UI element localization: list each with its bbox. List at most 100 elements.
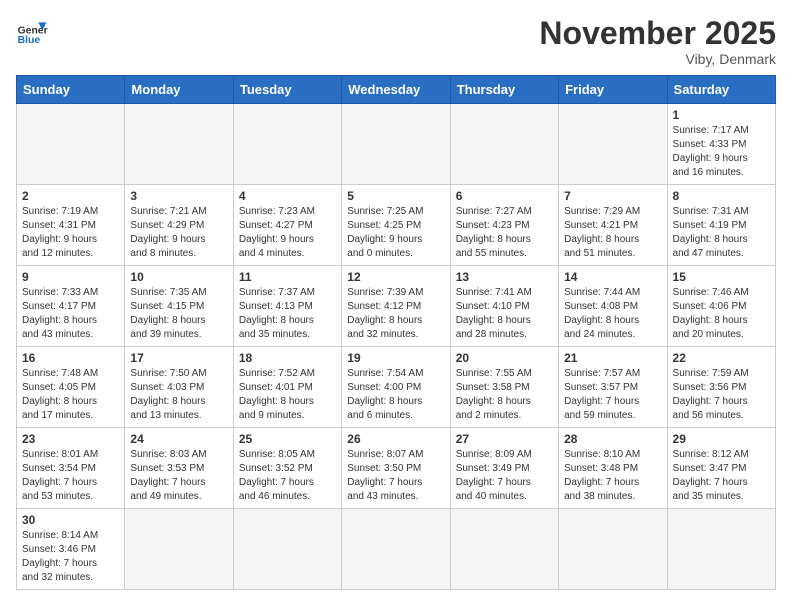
calendar-week-row: 16 Sunrise: 7:48 AM Sunset: 4:05 PM Dayli… — [17, 347, 776, 428]
calendar-day-cell: 16 Sunrise: 7:48 AM Sunset: 4:05 PM Dayli… — [17, 347, 125, 428]
calendar-day-cell: 20Sunrise: 7:55 AM Sunset: 3:58 PM Dayli… — [450, 347, 558, 428]
weekday-header-wednesday: Wednesday — [342, 76, 450, 104]
day-info: Sunrise: 7:50 AM Sunset: 4:03 PM Dayligh… — [130, 367, 227, 423]
day-info: Sunrise: 7:23 AM Sunset: 4:27 PM Dayligh… — [239, 205, 336, 261]
logo: General Blue — [16, 16, 48, 48]
calendar-day-cell — [450, 509, 558, 590]
day-number: 5 — [347, 189, 444, 203]
day-info: Sunrise: 7:21 AM Sunset: 4:29 PM Dayligh… — [130, 205, 227, 261]
day-info: Sunrise: 8:12 AM Sunset: 3:47 PM Dayligh… — [673, 448, 770, 504]
day-number: 21 — [564, 351, 661, 365]
calendar-table: SundayMondayTuesdayWednesdayThursdayFrid… — [16, 75, 776, 590]
day-number: 28 — [564, 432, 661, 446]
day-number: 15 — [673, 270, 770, 284]
calendar-day-cell — [559, 509, 667, 590]
calendar-day-cell: 28 Sunrise: 8:10 AM Sunset: 3:48 PM Dayli… — [559, 428, 667, 509]
day-number: 16 — [22, 351, 119, 365]
day-number: 25 — [239, 432, 336, 446]
day-info: Sunrise: 7:59 AM Sunset: 3:56 PM Dayligh… — [673, 367, 770, 423]
calendar-day-cell: 14Sunrise: 7:44 AM Sunset: 4:08 PM Dayli… — [559, 266, 667, 347]
calendar-day-cell: 21 Sunrise: 7:57 AM Sunset: 3:57 PM Dayli… — [559, 347, 667, 428]
calendar-day-cell — [233, 509, 341, 590]
calendar-day-cell: 23 Sunrise: 8:01 AM Sunset: 3:54 PM Dayli… — [17, 428, 125, 509]
calendar-day-cell: 24 Sunrise: 8:03 AM Sunset: 3:53 PM Dayli… — [125, 428, 233, 509]
day-info: Sunrise: 7:54 AM Sunset: 4:00 PM Dayligh… — [347, 367, 444, 423]
calendar-week-row: 2 Sunrise: 7:19 AM Sunset: 4:31 PM Daylig… — [17, 185, 776, 266]
calendar-week-row: 9 Sunrise: 7:33 AM Sunset: 4:17 PM Daylig… — [17, 266, 776, 347]
day-number: 20 — [456, 351, 553, 365]
logo-icon: General Blue — [16, 16, 48, 48]
day-info: Sunrise: 7:46 AM Sunset: 4:06 PM Dayligh… — [673, 286, 770, 342]
weekday-header-friday: Friday — [559, 76, 667, 104]
day-number: 26 — [347, 432, 444, 446]
day-info: Sunrise: 7:29 AM Sunset: 4:21 PM Dayligh… — [564, 205, 661, 261]
calendar-day-cell: 5 Sunrise: 7:25 AM Sunset: 4:25 PM Daylig… — [342, 185, 450, 266]
calendar-day-cell — [125, 104, 233, 185]
day-info: Sunrise: 7:41 AM Sunset: 4:10 PM Dayligh… — [456, 286, 553, 342]
calendar-day-cell: 18 Sunrise: 7:52 AM Sunset: 4:01 PM Dayli… — [233, 347, 341, 428]
calendar-week-row: 1 Sunrise: 7:17 AM Sunset: 4:33 PM Daylig… — [17, 104, 776, 185]
day-number: 18 — [239, 351, 336, 365]
weekday-header-monday: Monday — [125, 76, 233, 104]
day-info: Sunrise: 8:09 AM Sunset: 3:49 PM Dayligh… — [456, 448, 553, 504]
location: Viby, Denmark — [539, 51, 776, 67]
day-number: 29 — [673, 432, 770, 446]
weekday-header-row: SundayMondayTuesdayWednesdayThursdayFrid… — [17, 76, 776, 104]
day-number: 1 — [673, 108, 770, 122]
month-title: November 2025 — [539, 16, 776, 51]
day-number: 23 — [22, 432, 119, 446]
day-info: Sunrise: 7:48 AM Sunset: 4:05 PM Dayligh… — [22, 367, 119, 423]
day-number: 4 — [239, 189, 336, 203]
day-info: Sunrise: 7:25 AM Sunset: 4:25 PM Dayligh… — [347, 205, 444, 261]
day-info: Sunrise: 8:01 AM Sunset: 3:54 PM Dayligh… — [22, 448, 119, 504]
weekday-header-sunday: Sunday — [17, 76, 125, 104]
calendar-day-cell — [125, 509, 233, 590]
calendar-day-cell: 27 Sunrise: 8:09 AM Sunset: 3:49 PM Dayli… — [450, 428, 558, 509]
day-number: 27 — [456, 432, 553, 446]
page-header: General Blue November 2025 Viby, Denmark — [16, 16, 776, 67]
day-number: 17 — [130, 351, 227, 365]
calendar-day-cell — [667, 509, 775, 590]
calendar-day-cell: 22Sunrise: 7:59 AM Sunset: 3:56 PM Dayli… — [667, 347, 775, 428]
day-number: 19 — [347, 351, 444, 365]
day-info: Sunrise: 7:39 AM Sunset: 4:12 PM Dayligh… — [347, 286, 444, 342]
day-info: Sunrise: 7:33 AM Sunset: 4:17 PM Dayligh… — [22, 286, 119, 342]
weekday-header-tuesday: Tuesday — [233, 76, 341, 104]
day-number: 11 — [239, 270, 336, 284]
calendar-day-cell: 29 Sunrise: 8:12 AM Sunset: 3:47 PM Dayli… — [667, 428, 775, 509]
day-info: Sunrise: 7:17 AM Sunset: 4:33 PM Dayligh… — [673, 124, 770, 180]
day-info: Sunrise: 7:19 AM Sunset: 4:31 PM Dayligh… — [22, 205, 119, 261]
calendar-day-cell: 3 Sunrise: 7:21 AM Sunset: 4:29 PM Daylig… — [125, 185, 233, 266]
day-info: Sunrise: 7:31 AM Sunset: 4:19 PM Dayligh… — [673, 205, 770, 261]
day-info: Sunrise: 7:35 AM Sunset: 4:15 PM Dayligh… — [130, 286, 227, 342]
calendar-day-cell: 7Sunrise: 7:29 AM Sunset: 4:21 PM Daylig… — [559, 185, 667, 266]
day-number: 13 — [456, 270, 553, 284]
calendar-day-cell: 25Sunrise: 8:05 AM Sunset: 3:52 PM Dayli… — [233, 428, 341, 509]
title-block: November 2025 Viby, Denmark — [539, 16, 776, 67]
calendar-day-cell — [17, 104, 125, 185]
day-info: Sunrise: 8:14 AM Sunset: 3:46 PM Dayligh… — [22, 529, 119, 585]
day-number: 6 — [456, 189, 553, 203]
day-info: Sunrise: 8:07 AM Sunset: 3:50 PM Dayligh… — [347, 448, 444, 504]
calendar-day-cell — [342, 509, 450, 590]
day-info: Sunrise: 8:10 AM Sunset: 3:48 PM Dayligh… — [564, 448, 661, 504]
day-number: 2 — [22, 189, 119, 203]
calendar-day-cell: 11 Sunrise: 7:37 AM Sunset: 4:13 PM Dayli… — [233, 266, 341, 347]
day-number: 9 — [22, 270, 119, 284]
calendar-day-cell: 12 Sunrise: 7:39 AM Sunset: 4:12 PM Dayli… — [342, 266, 450, 347]
day-number: 12 — [347, 270, 444, 284]
day-number: 3 — [130, 189, 227, 203]
day-info: Sunrise: 7:44 AM Sunset: 4:08 PM Dayligh… — [564, 286, 661, 342]
day-number: 30 — [22, 513, 119, 527]
calendar-day-cell: 8Sunrise: 7:31 AM Sunset: 4:19 PM Daylig… — [667, 185, 775, 266]
day-number: 10 — [130, 270, 227, 284]
day-info: Sunrise: 7:57 AM Sunset: 3:57 PM Dayligh… — [564, 367, 661, 423]
day-info: Sunrise: 7:37 AM Sunset: 4:13 PM Dayligh… — [239, 286, 336, 342]
day-info: Sunrise: 8:03 AM Sunset: 3:53 PM Dayligh… — [130, 448, 227, 504]
calendar-day-cell: 15 Sunrise: 7:46 AM Sunset: 4:06 PM Dayli… — [667, 266, 775, 347]
day-info: Sunrise: 7:52 AM Sunset: 4:01 PM Dayligh… — [239, 367, 336, 423]
calendar-day-cell: 1 Sunrise: 7:17 AM Sunset: 4:33 PM Daylig… — [667, 104, 775, 185]
day-number: 24 — [130, 432, 227, 446]
weekday-header-thursday: Thursday — [450, 76, 558, 104]
calendar-day-cell: 6Sunrise: 7:27 AM Sunset: 4:23 PM Daylig… — [450, 185, 558, 266]
